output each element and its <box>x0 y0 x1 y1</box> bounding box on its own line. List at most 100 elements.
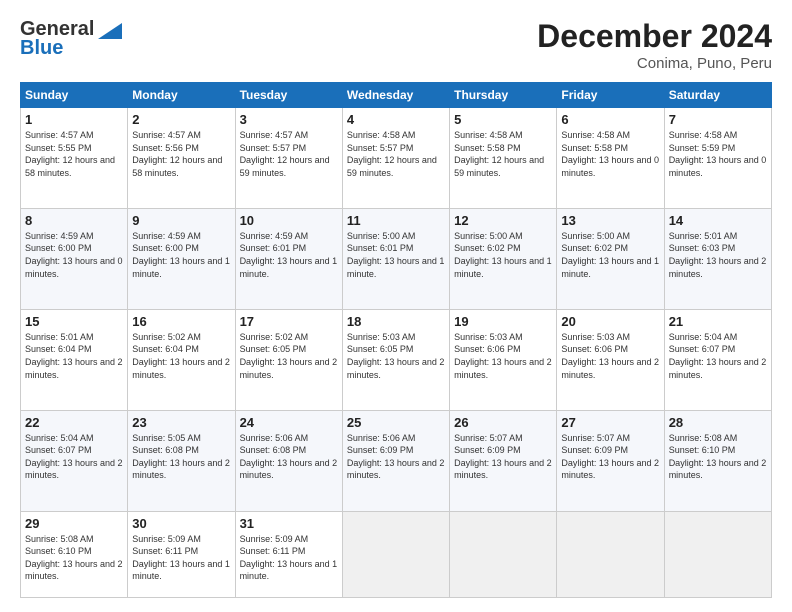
table-row: 3 Sunrise: 4:57 AMSunset: 5:57 PMDayligh… <box>235 108 342 209</box>
day-number: 9 <box>132 213 230 228</box>
logo: General Blue <box>20 18 124 60</box>
day-number: 11 <box>347 213 445 228</box>
col-saturday: Saturday <box>664 83 771 108</box>
table-row <box>557 511 664 597</box>
day-number: 5 <box>454 112 552 127</box>
table-row: 18 Sunrise: 5:03 AMSunset: 6:05 PMDaylig… <box>342 309 449 410</box>
day-number: 10 <box>240 213 338 228</box>
day-info: Sunrise: 4:58 AMSunset: 5:58 PMDaylight:… <box>454 130 544 178</box>
day-number: 12 <box>454 213 552 228</box>
day-info: Sunrise: 5:09 AMSunset: 6:11 PMDaylight:… <box>240 534 338 582</box>
day-info: Sunrise: 5:07 AMSunset: 6:09 PMDaylight:… <box>561 433 659 481</box>
table-row: 8 Sunrise: 4:59 AMSunset: 6:00 PMDayligh… <box>21 208 128 309</box>
day-number: 30 <box>132 516 230 531</box>
day-number: 8 <box>25 213 123 228</box>
col-tuesday: Tuesday <box>235 83 342 108</box>
day-info: Sunrise: 5:08 AMSunset: 6:10 PMDaylight:… <box>669 433 767 481</box>
day-info: Sunrise: 5:04 AMSunset: 6:07 PMDaylight:… <box>669 332 767 380</box>
day-number: 23 <box>132 415 230 430</box>
day-info: Sunrise: 5:06 AMSunset: 6:09 PMDaylight:… <box>347 433 445 481</box>
table-row: 20 Sunrise: 5:03 AMSunset: 6:06 PMDaylig… <box>557 309 664 410</box>
table-row: 6 Sunrise: 4:58 AMSunset: 5:58 PMDayligh… <box>557 108 664 209</box>
day-info: Sunrise: 5:05 AMSunset: 6:08 PMDaylight:… <box>132 433 230 481</box>
day-info: Sunrise: 5:03 AMSunset: 6:05 PMDaylight:… <box>347 332 445 380</box>
day-number: 16 <box>132 314 230 329</box>
table-row: 29 Sunrise: 5:08 AMSunset: 6:10 PMDaylig… <box>21 511 128 597</box>
title-block: December 2024 Conima, Puno, Peru <box>537 18 772 72</box>
day-info: Sunrise: 4:59 AMSunset: 6:00 PMDaylight:… <box>25 231 123 279</box>
table-row: 17 Sunrise: 5:02 AMSunset: 6:05 PMDaylig… <box>235 309 342 410</box>
table-row: 24 Sunrise: 5:06 AMSunset: 6:08 PMDaylig… <box>235 410 342 511</box>
table-row: 28 Sunrise: 5:08 AMSunset: 6:10 PMDaylig… <box>664 410 771 511</box>
table-row <box>450 511 557 597</box>
header-row: Sunday Monday Tuesday Wednesday Thursday… <box>21 83 772 108</box>
calendar-table: Sunday Monday Tuesday Wednesday Thursday… <box>20 82 772 598</box>
day-info: Sunrise: 4:57 AMSunset: 5:57 PMDaylight:… <box>240 130 330 178</box>
day-number: 25 <box>347 415 445 430</box>
day-info: Sunrise: 5:04 AMSunset: 6:07 PMDaylight:… <box>25 433 123 481</box>
table-row: 19 Sunrise: 5:03 AMSunset: 6:06 PMDaylig… <box>450 309 557 410</box>
day-number: 6 <box>561 112 659 127</box>
table-row: 12 Sunrise: 5:00 AMSunset: 6:02 PMDaylig… <box>450 208 557 309</box>
table-row: 14 Sunrise: 5:01 AMSunset: 6:03 PMDaylig… <box>664 208 771 309</box>
day-info: Sunrise: 5:00 AMSunset: 6:02 PMDaylight:… <box>561 231 659 279</box>
day-number: 18 <box>347 314 445 329</box>
day-info: Sunrise: 4:58 AMSunset: 5:57 PMDaylight:… <box>347 130 437 178</box>
table-row: 25 Sunrise: 5:06 AMSunset: 6:09 PMDaylig… <box>342 410 449 511</box>
table-row: 31 Sunrise: 5:09 AMSunset: 6:11 PMDaylig… <box>235 511 342 597</box>
table-row: 1 Sunrise: 4:57 AMSunset: 5:55 PMDayligh… <box>21 108 128 209</box>
day-number: 15 <box>25 314 123 329</box>
table-row: 7 Sunrise: 4:58 AMSunset: 5:59 PMDayligh… <box>664 108 771 209</box>
logo-icon <box>94 19 124 41</box>
table-row: 10 Sunrise: 4:59 AMSunset: 6:01 PMDaylig… <box>235 208 342 309</box>
day-info: Sunrise: 5:03 AMSunset: 6:06 PMDaylight:… <box>454 332 552 380</box>
table-row: 23 Sunrise: 5:05 AMSunset: 6:08 PMDaylig… <box>128 410 235 511</box>
day-number: 14 <box>669 213 767 228</box>
day-info: Sunrise: 5:02 AMSunset: 6:04 PMDaylight:… <box>132 332 230 380</box>
day-info: Sunrise: 4:57 AMSunset: 5:55 PMDaylight:… <box>25 130 115 178</box>
day-info: Sunrise: 4:57 AMSunset: 5:56 PMDaylight:… <box>132 130 222 178</box>
table-row: 13 Sunrise: 5:00 AMSunset: 6:02 PMDaylig… <box>557 208 664 309</box>
col-wednesday: Wednesday <box>342 83 449 108</box>
day-info: Sunrise: 5:01 AMSunset: 6:03 PMDaylight:… <box>669 231 767 279</box>
day-number: 7 <box>669 112 767 127</box>
day-info: Sunrise: 5:06 AMSunset: 6:08 PMDaylight:… <box>240 433 338 481</box>
col-monday: Monday <box>128 83 235 108</box>
table-row: 9 Sunrise: 4:59 AMSunset: 6:00 PMDayligh… <box>128 208 235 309</box>
day-number: 24 <box>240 415 338 430</box>
logo-blue: Blue <box>20 37 63 60</box>
day-number: 28 <box>669 415 767 430</box>
day-info: Sunrise: 4:59 AMSunset: 6:01 PMDaylight:… <box>240 231 338 279</box>
day-number: 2 <box>132 112 230 127</box>
day-number: 27 <box>561 415 659 430</box>
table-row: 26 Sunrise: 5:07 AMSunset: 6:09 PMDaylig… <box>450 410 557 511</box>
day-number: 17 <box>240 314 338 329</box>
table-row: 11 Sunrise: 5:00 AMSunset: 6:01 PMDaylig… <box>342 208 449 309</box>
col-sunday: Sunday <box>21 83 128 108</box>
header: General Blue December 2024 Conima, Puno,… <box>20 18 772 72</box>
col-friday: Friday <box>557 83 664 108</box>
table-row <box>664 511 771 597</box>
day-info: Sunrise: 4:59 AMSunset: 6:00 PMDaylight:… <box>132 231 230 279</box>
table-row: 4 Sunrise: 4:58 AMSunset: 5:57 PMDayligh… <box>342 108 449 209</box>
day-number: 20 <box>561 314 659 329</box>
subtitle: Conima, Puno, Peru <box>537 55 772 72</box>
table-row: 21 Sunrise: 5:04 AMSunset: 6:07 PMDaylig… <box>664 309 771 410</box>
table-row: 2 Sunrise: 4:57 AMSunset: 5:56 PMDayligh… <box>128 108 235 209</box>
table-row: 30 Sunrise: 5:09 AMSunset: 6:11 PMDaylig… <box>128 511 235 597</box>
day-info: Sunrise: 5:02 AMSunset: 6:05 PMDaylight:… <box>240 332 338 380</box>
table-row: 5 Sunrise: 4:58 AMSunset: 5:58 PMDayligh… <box>450 108 557 209</box>
day-info: Sunrise: 4:58 AMSunset: 5:59 PMDaylight:… <box>669 130 767 178</box>
day-info: Sunrise: 5:00 AMSunset: 6:01 PMDaylight:… <box>347 231 445 279</box>
day-number: 4 <box>347 112 445 127</box>
day-number: 29 <box>25 516 123 531</box>
col-thursday: Thursday <box>450 83 557 108</box>
day-info: Sunrise: 5:03 AMSunset: 6:06 PMDaylight:… <box>561 332 659 380</box>
day-number: 22 <box>25 415 123 430</box>
table-row: 22 Sunrise: 5:04 AMSunset: 6:07 PMDaylig… <box>21 410 128 511</box>
day-info: Sunrise: 4:58 AMSunset: 5:58 PMDaylight:… <box>561 130 659 178</box>
table-row: 27 Sunrise: 5:07 AMSunset: 6:09 PMDaylig… <box>557 410 664 511</box>
table-row: 16 Sunrise: 5:02 AMSunset: 6:04 PMDaylig… <box>128 309 235 410</box>
page: General Blue December 2024 Conima, Puno,… <box>0 0 792 612</box>
day-number: 21 <box>669 314 767 329</box>
